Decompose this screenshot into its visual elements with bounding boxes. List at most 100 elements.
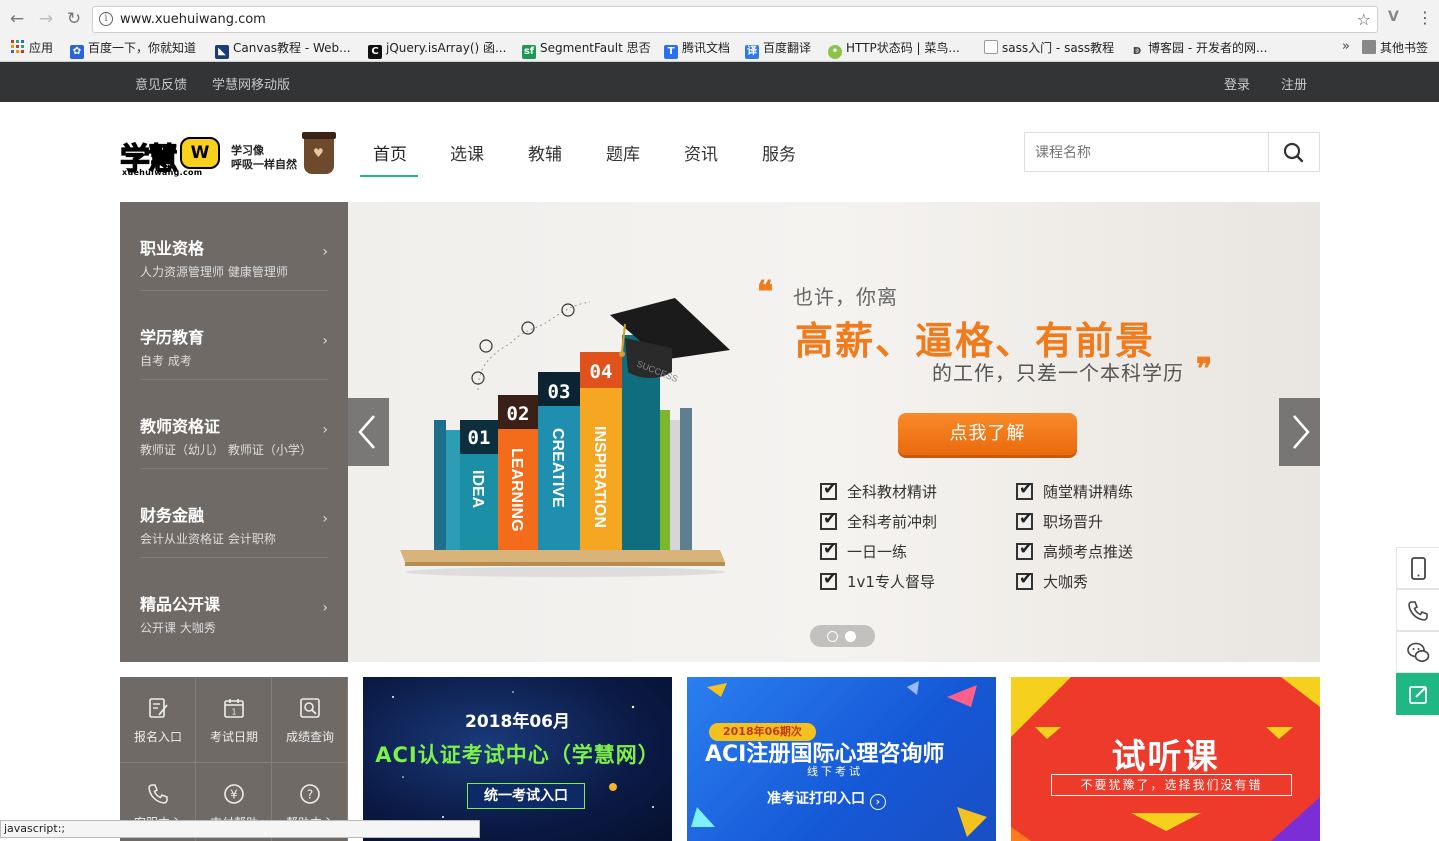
bookmark-sass[interactable]: sass入门 - sass教程 xyxy=(984,39,1114,57)
admission-ticket-link[interactable]: 准考证打印入口 › xyxy=(767,788,886,810)
category-finance[interactable]: 财务金融 会计从业资格证 会计职称 › xyxy=(140,469,328,558)
category-teacher[interactable]: 教师资格证 教师证（幼儿） 教师证（小学） › xyxy=(140,380,328,469)
search-input[interactable] xyxy=(1025,133,1269,171)
edit-icon xyxy=(1409,686,1427,704)
checkbox-check-icon xyxy=(820,479,837,500)
book-number: 01 xyxy=(468,427,491,449)
bookmark-star-icon[interactable]: ☆ xyxy=(1357,10,1371,29)
feature-label: 高频考点推送 xyxy=(1043,543,1134,561)
bookmark-label: sass入门 - sass教程 xyxy=(1002,41,1115,55)
learn-more-button[interactable]: 点我了解 xyxy=(898,413,1077,455)
promo-card-trial-class[interactable]: 试听课 不要犹豫了，选择我们没有错 xyxy=(1011,677,1320,841)
carousel-dot[interactable] xyxy=(827,631,838,642)
wechat-button[interactable] xyxy=(1396,631,1439,673)
banner-prev-button[interactable] xyxy=(348,398,389,466)
forward-icon[interactable]: → xyxy=(35,8,57,30)
signup-icon xyxy=(149,698,168,718)
more-bookmarks-chevron[interactable]: » xyxy=(1342,39,1350,54)
feedback-link[interactable]: 意见反馈 xyxy=(135,74,187,93)
category-academic[interactable]: 学历教育 自考 成考 › xyxy=(140,291,328,380)
feedback-button[interactable] xyxy=(1396,673,1439,715)
bookmark-baidu-translate[interactable]: 译百度翻译 xyxy=(745,39,812,59)
search-button[interactable] xyxy=(1268,133,1319,171)
tencent-docs-icon: T xyxy=(664,45,678,59)
feature-item: 高频考点推送 xyxy=(1016,539,1134,562)
bookmark-jquery[interactable]: CjQuery.isArray() 函... xyxy=(368,39,506,59)
site-info-icon[interactable]: i xyxy=(99,12,113,26)
nav-home[interactable]: 首页 xyxy=(373,140,407,165)
book-spine-word: IDEA xyxy=(469,470,486,509)
address-bar[interactable]: i www.xuehuiwang.com ☆ xyxy=(92,6,1378,33)
checkbox-check-icon xyxy=(820,569,837,590)
category-professional[interactable]: 职业资格 人力资源管理师 健康管理师 › xyxy=(140,202,328,291)
checkbox-check-icon xyxy=(1016,539,1033,560)
promo-card-psychologist[interactable]: 2018年06期次 ACI注册国际心理咨询师 线下考试 准考证打印入口 › xyxy=(687,677,996,841)
bookmark-apps[interactable]: 应用 xyxy=(11,39,53,57)
back-icon[interactable]: ← xyxy=(6,8,28,30)
feature-item: 全科考前冲刺 xyxy=(820,509,937,532)
category-subtitle: 教师证（幼儿） 教师证（小学） xyxy=(140,443,312,457)
bookmark-cnblogs[interactable]: ↁ 博客园 - 开发者的网... xyxy=(1130,39,1268,57)
page-icon xyxy=(984,40,998,54)
logo-slogan: 学习像 呼吸一样自然 xyxy=(231,144,297,172)
course-search xyxy=(1024,132,1320,172)
bookmark-tencent-docs[interactable]: T 腾讯文档 xyxy=(664,39,730,59)
quick-signup[interactable]: 报名入口 xyxy=(120,677,196,763)
circle-chevron-right-icon: › xyxy=(869,794,886,810)
quick-links: 报名入口 1 考试日期 成绩查询 客服中心 ¥ 支付帮助 ? 帮助中心 xyxy=(120,677,348,841)
exam-entry-button[interactable]: 统一考试入口 xyxy=(467,783,585,809)
category-menu: 职业资格 人力资源管理师 健康管理师 › 学历教育 自考 成考 › 教师资格证 … xyxy=(120,202,348,662)
phone-icon xyxy=(1408,601,1428,621)
other-bookmarks-folder[interactable]: 其他书签 xyxy=(1362,39,1428,57)
search-icon xyxy=(1283,142,1304,163)
bookmark-runoob[interactable]: • HTTP状态码 | 菜鸟... xyxy=(828,39,960,59)
quick-exam-date[interactable]: 1 考试日期 xyxy=(196,677,272,763)
feature-item: 一日一练 xyxy=(820,539,907,562)
call-button[interactable] xyxy=(1396,589,1439,631)
runoob-icon: • xyxy=(828,45,842,59)
feature-label: 随堂精讲精练 xyxy=(1043,483,1134,501)
books-illustration: 01 02 03 04 IDEA LEARNING CREATIVE INSPI… xyxy=(400,298,730,577)
login-link[interactable]: 登录 xyxy=(1224,74,1250,93)
nav-news[interactable]: 资讯 xyxy=(684,140,718,165)
nav-courses[interactable]: 选课 xyxy=(450,140,484,165)
bookmark-canvas[interactable]: ◣ Canvas教程 - Web... xyxy=(215,39,351,59)
banner-next-button[interactable] xyxy=(1279,398,1320,466)
bookmark-label: 百度翻译 xyxy=(763,41,812,55)
chevron-right-icon: › xyxy=(322,600,328,616)
codeplayer-icon: C xyxy=(368,45,382,59)
mobile-app-button[interactable] xyxy=(1396,547,1439,589)
checkbox-check-icon xyxy=(1016,509,1033,530)
extension-icon[interactable]: V xyxy=(1388,9,1399,25)
register-link[interactable]: 注册 xyxy=(1281,74,1307,93)
carousel-dot-active[interactable] xyxy=(845,631,856,642)
baidu-translate-icon: 译 xyxy=(745,45,759,59)
browser-menu-icon[interactable]: ⋮ xyxy=(1417,8,1433,27)
category-open-course[interactable]: 精品公开课 公开课 大咖秀 › xyxy=(140,558,328,647)
mobile-phone-icon xyxy=(1411,557,1426,580)
nav-service[interactable]: 服务 xyxy=(762,140,796,165)
carousel-indicators xyxy=(810,625,875,647)
card-subtitle: 不要犹豫了，选择我们没有错 xyxy=(1051,774,1292,796)
category-title: 职业资格 xyxy=(140,239,205,258)
checkbox-check-icon xyxy=(820,539,837,560)
nav-tutoring[interactable]: 教辅 xyxy=(528,140,562,165)
segmentfault-icon: sf xyxy=(522,45,536,59)
nav-question-bank[interactable]: 题库 xyxy=(606,140,640,165)
book-number: 03 xyxy=(548,381,571,403)
book-spine-word: INSPIRATION xyxy=(591,426,608,528)
url-text[interactable]: www.xuehuiwang.com xyxy=(120,12,266,27)
cnblogs-icon: ↁ xyxy=(1132,46,1142,57)
wechat-icon xyxy=(1407,642,1430,662)
mobile-site-link[interactable]: 学慧网移动版 xyxy=(212,74,290,93)
feature-item: 全科教材精讲 xyxy=(820,479,937,502)
bookmark-label: Canvas教程 - Web... xyxy=(233,41,351,55)
bookmark-label: 其他书签 xyxy=(1380,41,1429,55)
site-topbar: 意见反馈 学慧网移动版 登录 注册 xyxy=(0,62,1439,102)
bookmark-segmentfault[interactable]: sf SegmentFault 思否 xyxy=(522,39,651,59)
site-logo[interactable]: 学慧 W xuehuiwang.com 学习像 呼吸一样自然 xyxy=(119,124,340,192)
promo-card-aci-exam[interactable]: 2018年06月 ACI认证考试中心（学慧网） 统一考试入口 xyxy=(363,677,672,841)
bookmark-baidu[interactable]: ✿ 百度一下，你就知道 xyxy=(70,39,196,59)
reload-icon[interactable]: ↻ xyxy=(63,8,85,30)
quick-score[interactable]: 成绩查询 xyxy=(272,677,348,763)
